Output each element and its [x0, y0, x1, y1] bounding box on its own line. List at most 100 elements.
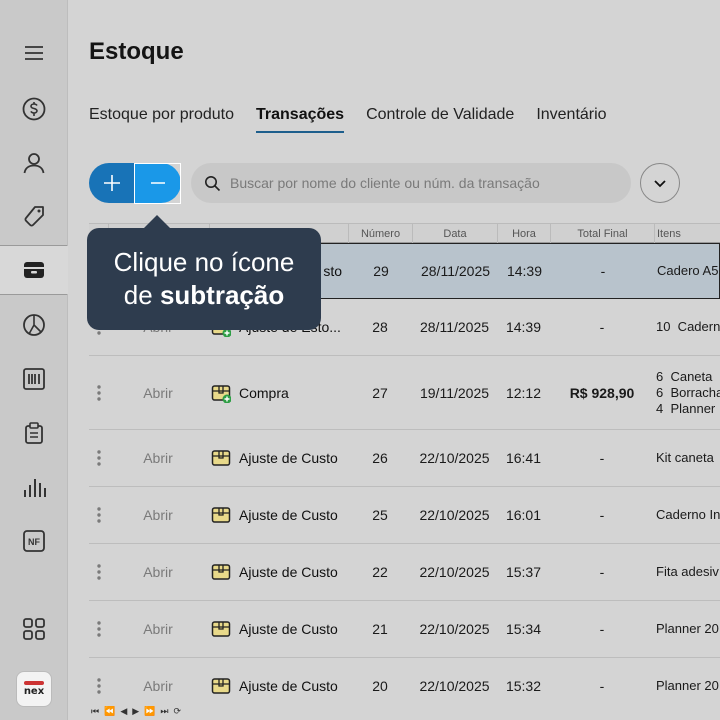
tag-icon[interactable] [0, 192, 68, 242]
row-menu-button[interactable] [89, 430, 108, 486]
expand-button[interactable] [640, 163, 680, 203]
plus-icon [103, 175, 120, 191]
subtract-button[interactable] [134, 163, 181, 203]
open-button[interactable]: Abrir [125, 601, 191, 657]
table-row[interactable]: Abrir Ajuste de Custo 25 22/10/2025 16:01 - Ca… [89, 487, 720, 544]
header-hora[interactable]: Hora [497, 224, 550, 243]
tab-inventario[interactable]: Inventário [536, 106, 606, 133]
kebab-icon [96, 450, 101, 466]
tooltip-bold-word: subtração [159, 280, 285, 310]
header-total-final[interactable]: Total Final [550, 224, 654, 243]
nf-icon-label: NF [28, 537, 40, 547]
transaction-type: Ajuste de Custo [211, 430, 351, 486]
transaction-total: - [599, 564, 605, 580]
transaction-type-label: Ajuste de Custo [239, 450, 338, 466]
transaction-number: 21 [372, 621, 388, 637]
first-page-button[interactable]: ⏮ [91, 706, 99, 717]
tab-controle-de-validade[interactable]: Controle de Validade [366, 106, 514, 133]
item-line: Planner 20 [656, 621, 719, 636]
transaction-total: - [600, 263, 606, 279]
transaction-type-label: Compra [239, 384, 289, 401]
search-icon [205, 175, 221, 191]
transaction-total: R$ 928,90 [569, 384, 635, 401]
transaction-type: Ajuste de Custo [211, 601, 351, 657]
items-list: Planner 20 [656, 621, 719, 637]
table-row[interactable]: Abrir Ajuste de Custo 22 22/10/2025 15:37 - Fi… [89, 544, 720, 601]
chevron-down-icon [654, 180, 666, 188]
row-menu-button[interactable] [89, 544, 108, 600]
open-button[interactable]: Abrir [125, 430, 191, 486]
search-input[interactable] [230, 175, 620, 191]
item-line: 6 Caneta [656, 368, 713, 384]
add-subtract-group [89, 163, 181, 203]
menu-icon[interactable] [0, 28, 68, 78]
item-line: Fita adesiv [656, 564, 719, 579]
transaction-date: 28/11/2025 [419, 319, 490, 335]
transaction-items: Cadero A5 [657, 244, 720, 298]
dollar-icon[interactable] [0, 84, 68, 134]
transaction-type-label: Ajuste de Custo [239, 507, 338, 523]
transaction-total: - [599, 621, 605, 637]
transaction-total: - [599, 450, 605, 466]
items-list: Planner 20 [656, 678, 719, 694]
box-icon[interactable] [0, 245, 68, 295]
item-line: 10 Caderno [656, 319, 720, 334]
items-list: Caderno In [656, 507, 720, 523]
header-numero[interactable]: Número [348, 224, 412, 243]
barcode-icon[interactable] [0, 354, 68, 404]
kebab-icon [96, 564, 101, 580]
table-row[interactable]: Abrir Ajuste de Custo 26 22/10/2025 16:41 - Ki… [89, 430, 720, 487]
transaction-number: 29 [373, 263, 389, 279]
transaction-time: 14:39 [506, 263, 543, 279]
add-button[interactable] [89, 163, 134, 203]
transaction-time: 16:01 [505, 507, 542, 523]
transaction-type-label: Ajuste de Custo [239, 678, 338, 694]
nf-icon[interactable]: NF [0, 516, 68, 566]
bar-chart-icon[interactable] [0, 462, 68, 512]
tab-estoque-por-produto[interactable]: Estoque por produto [89, 106, 234, 133]
next-page-button[interactable]: ▶ [132, 706, 139, 717]
box-cost-icon [211, 676, 231, 696]
transaction-time: 16:41 [505, 450, 542, 466]
transaction-time: 15:34 [505, 621, 542, 637]
header-itens[interactable]: Itens [654, 224, 720, 243]
logo-text: nex [23, 686, 45, 697]
items-list: 10 Caderno [656, 319, 720, 335]
row-menu-button[interactable] [89, 601, 108, 657]
items-list: Kit caneta [656, 450, 714, 466]
refresh-button[interactable]: ⟳ [174, 706, 182, 717]
tooltip-line-2: de subtração [124, 279, 284, 312]
item-line: Caderno In [656, 507, 720, 522]
header-data[interactable]: Data [412, 224, 497, 243]
minus-icon [151, 182, 165, 184]
transaction-date: 19/11/2025 [419, 384, 490, 401]
user-icon[interactable] [0, 138, 68, 188]
row-menu-button[interactable] [89, 487, 108, 543]
clipboard-icon[interactable] [0, 408, 68, 458]
item-line: 4 Planner [656, 400, 716, 416]
open-button[interactable]: Abrir [125, 356, 191, 429]
next-block-button[interactable]: ⏩ [144, 706, 155, 717]
grid-icon[interactable] [0, 604, 68, 654]
tab-transacoes[interactable]: Transações [256, 106, 345, 133]
sidebar: NF nex [0, 0, 68, 720]
item-line: Planner 20 [656, 678, 719, 693]
open-button[interactable]: Abrir [125, 487, 191, 543]
transaction-items: Fita adesiv [656, 544, 720, 600]
item-line: Kit caneta [656, 450, 714, 465]
last-page-button[interactable]: ⏭ [160, 706, 168, 717]
open-button[interactable]: Abrir [125, 544, 191, 600]
pie-chart-icon[interactable] [0, 300, 68, 350]
transaction-date: 28/11/2025 [420, 263, 491, 279]
table-row[interactable]: Abrir Compra 27 19/11/2025 12:12 R$ 928,90 6 C… [89, 356, 720, 430]
transaction-number: 22 [372, 564, 388, 580]
transaction-time: 14:39 [505, 319, 542, 335]
nex-logo[interactable]: nex [16, 671, 52, 707]
prev-block-button[interactable]: ⏪ [104, 706, 115, 717]
prev-page-button[interactable]: ◀ [120, 706, 127, 717]
items-list: 6 Caneta 6 Borracha 4 Planner [656, 369, 720, 417]
transaction-items: 10 Caderno [656, 299, 720, 355]
transaction-number: 28 [372, 319, 388, 335]
table-row[interactable]: Abrir Ajuste de Custo 21 22/10/2025 15:34 - Pl… [89, 601, 720, 658]
row-menu-button[interactable] [89, 356, 108, 429]
